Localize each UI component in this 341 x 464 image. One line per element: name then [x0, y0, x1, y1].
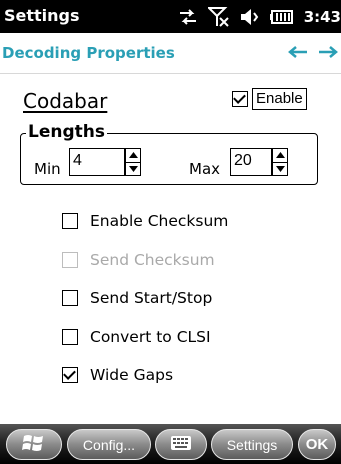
subheader: Decoding Properties	[0, 33, 341, 74]
battery-icon[interactable]	[269, 9, 294, 25]
wide-gaps-checkbox[interactable]	[62, 367, 78, 383]
min-stepper[interactable]	[125, 148, 141, 176]
ok-button[interactable]: OK	[298, 429, 336, 460]
max-input[interactable]: 20	[230, 148, 272, 176]
send-checksum-option: Send Checksum	[62, 249, 215, 271]
content-area: Codabar Enable Lengths Min 4 Max 20 Enab…	[0, 74, 341, 424]
convert-to-clsi-checkbox[interactable]	[62, 329, 78, 345]
app-title: Settings	[4, 6, 80, 25]
keyboard-button[interactable]	[155, 429, 207, 460]
send-checksum-checkbox	[62, 252, 78, 268]
convert-to-clsi-option[interactable]: Convert to CLSI	[62, 326, 211, 348]
send-checksum-label: Send Checksum	[90, 251, 215, 269]
config-button[interactable]: Config...	[67, 429, 151, 460]
wide-gaps-label: Wide Gaps	[90, 366, 174, 384]
start-button[interactable]	[6, 429, 62, 460]
min-up-icon[interactable]	[126, 149, 140, 163]
lengths-legend: Lengths	[26, 122, 107, 142]
min-input[interactable]: 4	[69, 148, 125, 176]
max-label: Max	[189, 160, 221, 178]
wide-gaps-option[interactable]: Wide Gaps	[62, 364, 173, 386]
max-down-icon[interactable]	[273, 163, 287, 176]
send-start-stop-checkbox[interactable]	[62, 290, 78, 306]
enable-checksum-option[interactable]: Enable Checksum	[62, 210, 228, 232]
min-down-icon[interactable]	[126, 163, 140, 176]
arrow-right-icon[interactable]	[317, 44, 339, 60]
enable-checksum-label: Enable Checksum	[90, 212, 229, 230]
max-stepper[interactable]	[272, 148, 288, 176]
arrow-left-icon[interactable]	[287, 44, 309, 60]
status-icons: 3:43	[178, 0, 341, 33]
network-icon[interactable]	[178, 8, 198, 26]
enable-checksum-checkbox[interactable]	[62, 213, 78, 229]
symbology-name[interactable]: Codabar	[23, 89, 107, 113]
settings-button[interactable]: Settings	[211, 429, 293, 460]
enable-label[interactable]: Enable	[252, 88, 307, 110]
keyboard-icon	[170, 435, 192, 454]
send-start-stop-label: Send Start/Stop	[90, 289, 213, 307]
signal-icon[interactable]	[207, 6, 230, 27]
max-up-icon[interactable]	[273, 149, 287, 163]
clock-time[interactable]: 3:43	[304, 8, 341, 26]
windows-start-icon	[21, 432, 47, 457]
page-title: Decoding Properties	[2, 44, 175, 62]
send-start-stop-option[interactable]: Send Start/Stop	[62, 287, 212, 309]
convert-to-clsi-label: Convert to CLSI	[90, 328, 211, 346]
volume-icon[interactable]	[240, 8, 260, 26]
taskbar: Config... Settings OK	[0, 424, 341, 464]
status-bar: Settings 3:43	[0, 0, 341, 33]
enable-checkbox-box[interactable]	[232, 91, 248, 107]
enable-checkbox[interactable]: Enable	[232, 87, 307, 111]
min-label: Min	[34, 160, 61, 178]
